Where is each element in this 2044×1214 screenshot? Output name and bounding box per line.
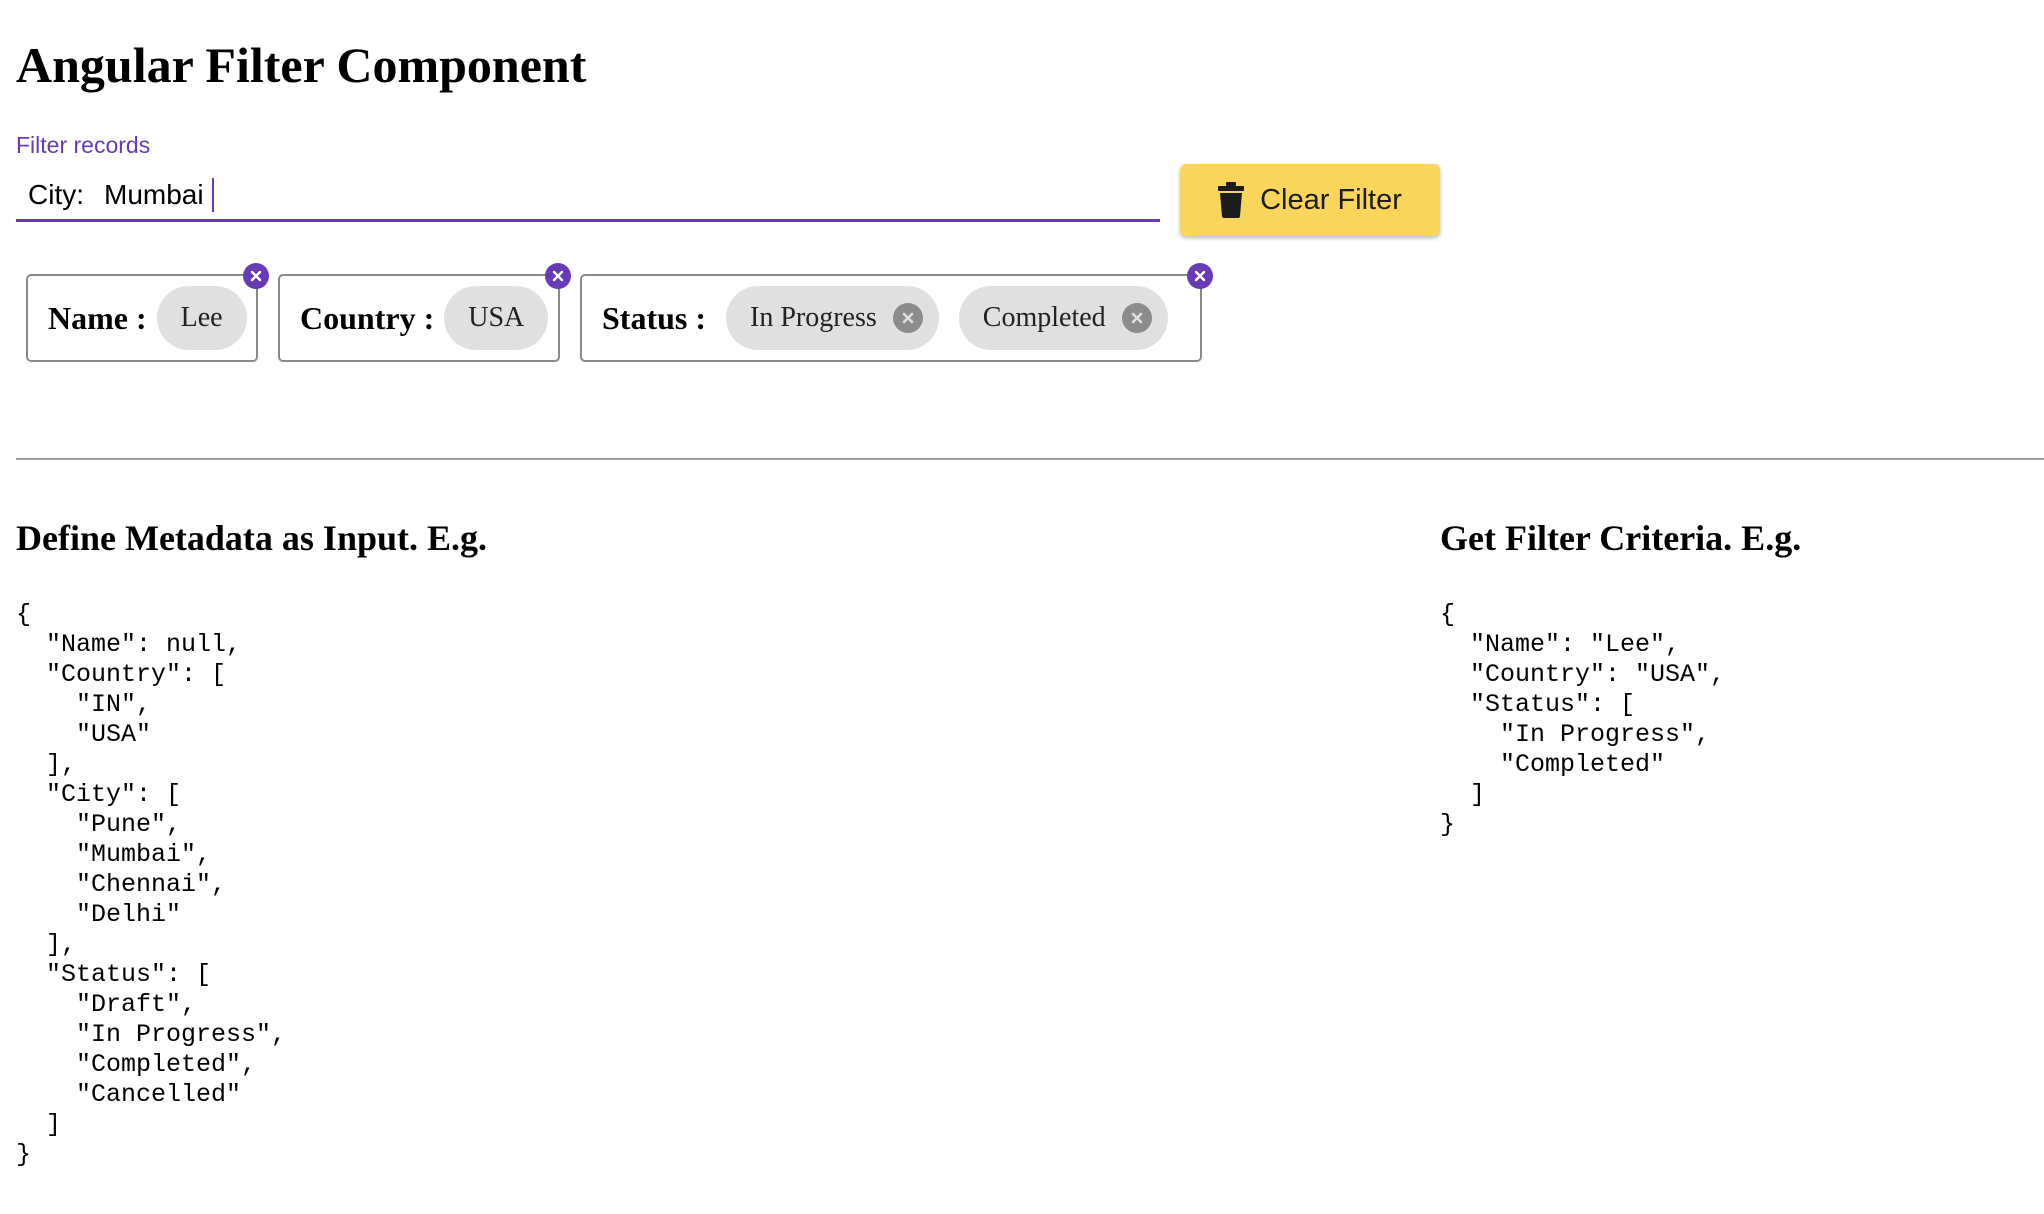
clear-filter-label: Clear Filter [1260,183,1402,216]
chip-group-label: Name : [48,299,147,336]
trash-icon [1218,182,1245,218]
metadata-heading: Define Metadata as Input. E.g. [16,518,488,558]
chip-group-country: Country : USA [278,263,571,362]
remove-group-name-icon[interactable] [243,263,269,289]
metadata-json: { "Name": null, "Country": [ "IN", "USA"… [16,600,287,1169]
chip-completed[interactable]: Completed [958,286,1168,350]
chip-group-label: Country : [300,299,435,336]
remove-group-country-icon[interactable] [545,263,571,289]
filter-input[interactable]: City: Mumbai [16,170,1160,222]
chip-remove-icon[interactable] [892,303,923,333]
chip-in-progress[interactable]: In Progress [726,286,939,350]
clear-filter-button[interactable]: Clear Filter [1180,164,1440,236]
chip-label: USA [468,302,525,333]
remove-group-status-icon[interactable] [1187,263,1213,289]
chip-lee[interactable]: Lee [156,286,247,350]
chip-label: Lee [180,302,223,333]
criteria-json: { "Name": "Lee", "Country": "USA", "Stat… [1440,600,1726,839]
chip-usa[interactable]: USA [444,286,549,350]
chip-remove-icon[interactable] [1121,303,1152,333]
chip-group-status: Status : In Progress Completed [580,263,1213,362]
chip-label: Completed [982,302,1106,333]
filter-input-value[interactable]: Mumbai [104,179,204,211]
page-title: Angular Filter Component [16,37,587,93]
section-divider [16,458,2044,460]
criteria-heading: Get Filter Criteria. E.g. [1440,518,1802,558]
filter-input-prefix: City: [28,178,84,210]
text-cursor [211,177,214,212]
chip-group-name: Name : Lee [26,263,269,362]
chip-group-label: Status : [602,299,707,336]
filter-input-label: Filter records [16,132,151,158]
chip-label: In Progress [750,302,877,333]
